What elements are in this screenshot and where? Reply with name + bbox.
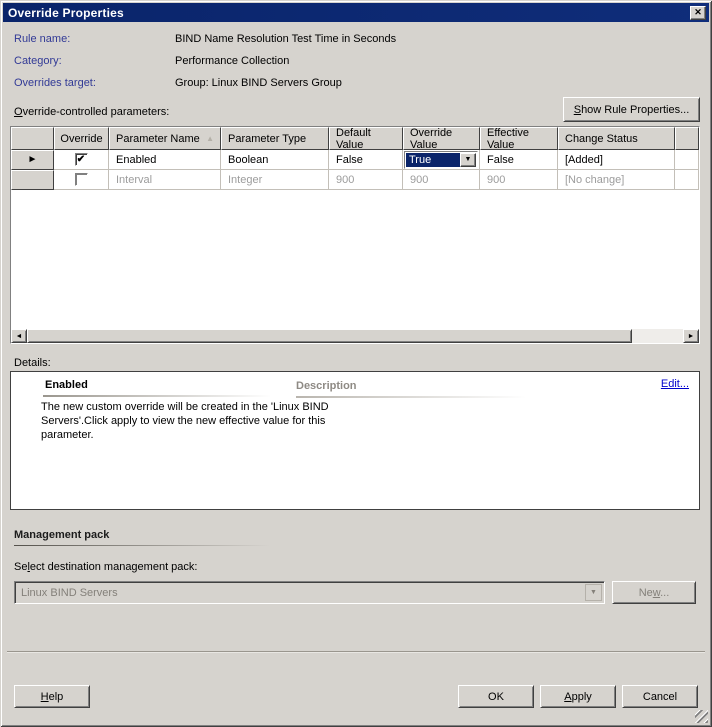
override-value-cell[interactable]: 900	[403, 170, 480, 190]
grid-empty-area	[11, 190, 699, 329]
selected-management-pack: Linux BIND Servers	[21, 586, 118, 599]
overrides-target-value: Group: Linux BIND Servers Group	[175, 77, 342, 89]
ok-button[interactable]: OK	[458, 685, 534, 708]
detail-description-text: The new custom override will be created …	[41, 401, 329, 441]
close-button[interactable]: ✕	[690, 5, 706, 20]
parameter-name-cell[interactable]: Enabled	[109, 150, 221, 170]
parameter-type-cell[interactable]: Integer	[221, 170, 329, 190]
parameters-grid: Override Parameter Name ▲ Parameter Type …	[10, 126, 700, 344]
sort-ascending-icon: ▲	[206, 134, 214, 143]
detail-title-divider	[43, 395, 271, 397]
checkmark-icon: ✔	[76, 153, 86, 165]
column-header-change-status[interactable]: Change Status	[558, 127, 675, 150]
column-header-row-selector	[11, 127, 54, 150]
new-management-pack-button[interactable]: New...	[612, 581, 696, 604]
scroll-right-icon: ►	[687, 332, 695, 340]
show-rule-properties-button[interactable]: Show Rule Properties...	[563, 97, 700, 122]
resize-grip[interactable]	[695, 710, 708, 723]
column-header-override-value[interactable]: Override Value	[403, 127, 480, 151]
scrollbar-thumb[interactable]	[27, 329, 632, 343]
destination-management-pack-select[interactable]: Linux BIND Servers ▼	[14, 581, 605, 604]
default-value-cell[interactable]: False	[329, 150, 403, 170]
override-controlled-parameters-label: Override-controlled parameters:	[14, 106, 170, 118]
override-checkbox-cell: ✔	[54, 150, 109, 170]
override-checkbox[interactable]	[74, 173, 88, 186]
scrollbar-track[interactable]	[632, 329, 683, 343]
select-destination-label: Select destination management pack:	[14, 561, 198, 573]
scroll-left-icon: ◄	[15, 332, 23, 340]
effective-value-cell[interactable]: 900	[480, 170, 558, 190]
scroll-right-button[interactable]: ►	[683, 329, 699, 343]
category-label: Category:	[14, 55, 62, 67]
override-value-selected: True	[406, 152, 460, 167]
scroll-left-button[interactable]: ◄	[11, 329, 27, 343]
default-value-cell[interactable]: 900	[329, 170, 403, 190]
overrides-target-label: Overrides target:	[14, 77, 96, 89]
grid-header-row: Override Parameter Name ▲ Parameter Type …	[11, 127, 699, 151]
parameter-name-cell[interactable]: Interval	[109, 170, 221, 190]
title-bar[interactable]: Override Properties ✕	[3, 3, 709, 22]
details-panel: Enabled The new custom override will be …	[10, 371, 700, 510]
apply-button[interactable]: Apply	[540, 685, 616, 708]
rule-name-value: BIND Name Resolution Test Time in Second…	[175, 33, 397, 45]
parameter-type-cell[interactable]: Boolean	[221, 150, 329, 170]
close-icon: ✕	[694, 7, 702, 17]
detail-parameter-title: Enabled	[45, 379, 88, 391]
window-title: Override Properties	[8, 5, 124, 20]
help-button[interactable]: Help	[14, 685, 90, 708]
override-checkbox-cell	[54, 170, 109, 190]
chevron-down-icon: ▼	[590, 589, 597, 596]
footer-divider	[7, 651, 705, 653]
description-divider	[296, 396, 526, 398]
category-value: Performance Collection	[175, 55, 290, 67]
column-header-default-value[interactable]: Default Value	[329, 127, 403, 151]
management-pack-heading: Management pack	[14, 529, 110, 541]
column-header-effective-value[interactable]: Effective Value	[480, 127, 558, 151]
effective-value-cell[interactable]: False	[480, 150, 558, 170]
column-header-parameter-type[interactable]: Parameter Type	[221, 127, 329, 150]
row-selector-cell[interactable]	[11, 170, 54, 190]
column-header-filler	[675, 127, 699, 150]
table-row[interactable]: ► ✔ Enabled Boolean False True ▼ False […	[11, 150, 699, 170]
change-status-cell[interactable]: [No change]	[558, 170, 675, 190]
current-row-icon: ►	[27, 154, 38, 165]
chevron-down-icon: ▼	[464, 156, 472, 163]
override-properties-dialog: Override Properties ✕ Rule name: BIND Na…	[0, 0, 712, 727]
dropdown-button[interactable]: ▼	[460, 152, 476, 167]
details-label: Details:	[14, 357, 51, 369]
cancel-button[interactable]: Cancel	[622, 685, 698, 708]
override-checkbox[interactable]: ✔	[74, 153, 88, 166]
edit-link[interactable]: Edit...	[661, 378, 689, 390]
filler-cell	[675, 170, 699, 190]
management-pack-divider	[14, 545, 270, 546]
column-header-parameter-name[interactable]: Parameter Name ▲	[109, 127, 221, 150]
horizontal-scrollbar[interactable]: ◄ ►	[11, 329, 699, 343]
column-header-override[interactable]: Override	[54, 127, 109, 150]
description-column-header: Description	[296, 380, 357, 392]
override-value-cell: True ▼	[403, 150, 480, 170]
change-status-cell[interactable]: [Added]	[558, 150, 675, 170]
dropdown-button[interactable]: ▼	[585, 584, 602, 601]
table-row[interactable]: Interval Integer 900 900 900 [No change]	[11, 170, 699, 190]
rule-name-label: Rule name:	[14, 33, 71, 45]
row-selector-cell[interactable]: ►	[11, 150, 54, 170]
filler-cell	[675, 150, 699, 170]
override-value-dropdown[interactable]: True ▼	[404, 150, 478, 169]
